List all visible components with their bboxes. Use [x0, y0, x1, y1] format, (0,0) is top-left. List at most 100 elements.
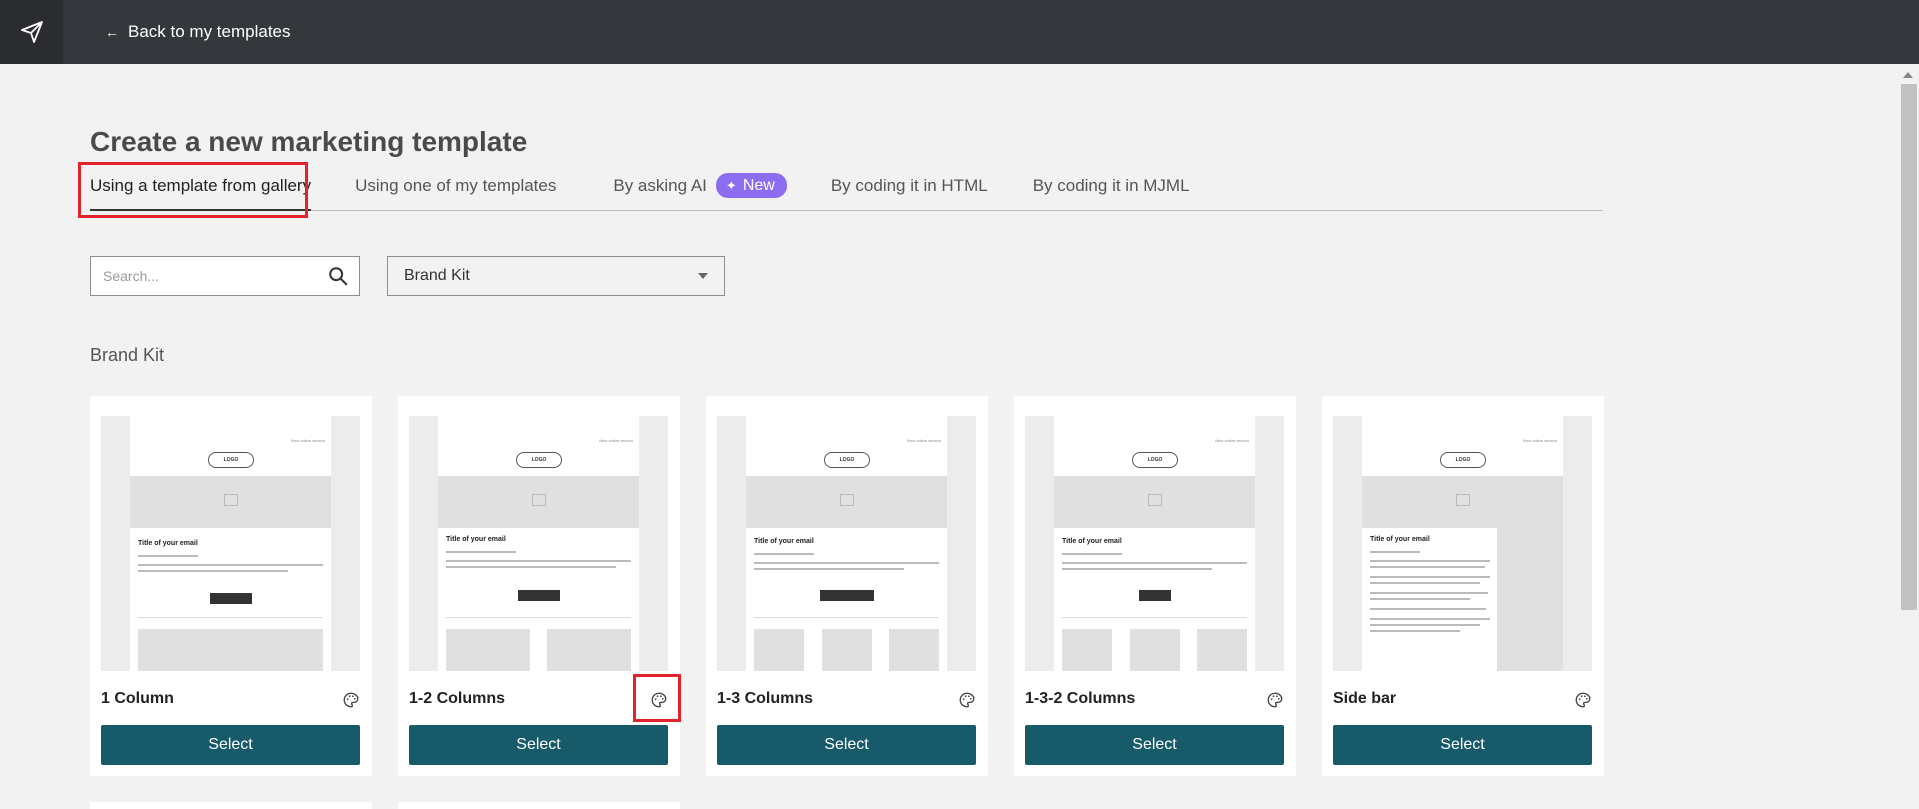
preview-text-line: [138, 570, 288, 572]
template-source-tabs: Using a template from gallery Using one …: [90, 170, 1603, 211]
preview-text-line: [1370, 576, 1490, 578]
new-badge-label: New: [742, 176, 775, 194]
template-preview[interactable]: View online version LOGO Title of your e…: [1333, 416, 1592, 671]
tab-ai[interactable]: By asking AI ✦ New: [613, 170, 787, 211]
template-name: 1-2 Columns: [409, 690, 506, 707]
app-logo[interactable]: [0, 0, 63, 64]
preview-logo: LOGO: [516, 452, 562, 468]
category-select-value: Brand Kit: [404, 267, 470, 284]
preview-online-version: View online version: [1522, 438, 1557, 443]
template-card-1-2-columns[interactable]: View online version LOGO Title of your e…: [398, 396, 680, 776]
tab-my-templates[interactable]: Using one of my templates: [355, 170, 556, 211]
select-button[interactable]: Select: [1333, 725, 1592, 765]
palette-icon[interactable]: [342, 691, 360, 709]
template-card-1-3-2-columns[interactable]: View online version LOGO Title of your e…: [1014, 396, 1296, 776]
preview-image: [1197, 629, 1247, 671]
template-card-side-bar[interactable]: View online version LOGO Title of your e…: [1322, 396, 1604, 776]
search-box: [90, 256, 360, 296]
preview-image: [1062, 629, 1112, 671]
preview-text-line: [754, 562, 939, 564]
template-preview[interactable]: View online version LOGO Title of your e…: [101, 416, 360, 671]
preview-online-version: View online version: [598, 438, 633, 443]
template-card-1-column[interactable]: View online version LOGO Title of your e…: [90, 396, 372, 776]
tab-mjml[interactable]: By coding it in MJML: [1033, 170, 1190, 211]
preview-image: [754, 629, 804, 671]
page-title: Create a new marketing template: [90, 126, 528, 157]
preview-image: [889, 629, 939, 671]
preview-email-title: Title of your email: [1370, 536, 1430, 543]
preview-text-line: [1370, 582, 1480, 584]
palette-icon[interactable]: [958, 691, 976, 709]
search-input[interactable]: [103, 268, 327, 284]
preview-text-line: [1370, 630, 1460, 632]
preview-email-title: Title of your email: [754, 538, 814, 545]
tab-gallery[interactable]: Using a template from gallery: [90, 170, 312, 211]
paper-plane-icon: [20, 21, 43, 43]
preview-image: [138, 629, 323, 671]
tab-html[interactable]: By coding it in HTML: [831, 170, 988, 211]
back-link-label: Back to my templates: [128, 22, 291, 41]
preview-email-title: Title of your email: [1062, 538, 1122, 545]
template-name: 1-3-2 Columns: [1025, 690, 1136, 707]
preview-text-line: [1370, 592, 1488, 594]
preview-logo: LOGO: [1132, 452, 1178, 468]
sparkle-icon: ✦: [725, 177, 737, 193]
template-card-peek[interactable]: [398, 802, 680, 809]
template-name: 1 Column: [101, 690, 174, 707]
preview-text-line: [138, 564, 323, 566]
preview-text-line: [1370, 608, 1486, 610]
preview-image: [547, 629, 631, 671]
template-name: Side bar: [1333, 690, 1397, 707]
palette-icon[interactable]: [1266, 691, 1284, 709]
preview-text-line: [1370, 551, 1420, 553]
scroll-up-arrow-icon[interactable]: [1903, 72, 1913, 78]
preview-logo: LOGO: [1440, 452, 1486, 468]
preview-text-line: [1062, 568, 1212, 570]
preview-hero-image: [130, 476, 331, 528]
template-card-1-3-columns[interactable]: View online version LOGO Title of your e…: [706, 396, 988, 776]
email-preview: View online version LOGO Title of your e…: [130, 416, 331, 671]
preview-hero-image: [1054, 476, 1255, 528]
preview-text-line: [1370, 618, 1490, 620]
preview-divider: [138, 617, 323, 618]
category-select[interactable]: Brand Kit: [387, 256, 725, 296]
scrollbar-thumb[interactable]: [1901, 84, 1917, 610]
search-icon[interactable]: [327, 265, 349, 287]
preview-online-version: View online version: [290, 438, 325, 443]
preview-image: [446, 629, 530, 671]
palette-icon[interactable]: [1574, 691, 1592, 709]
select-button[interactable]: Select: [1025, 725, 1284, 765]
preview-divider: [754, 617, 939, 618]
preview-online-version: View online version: [906, 438, 941, 443]
preview-text-line: [1370, 560, 1490, 562]
email-preview: View online version LOGO Title of your e…: [746, 416, 947, 671]
email-preview: View online version LOGO Title of your e…: [1054, 416, 1255, 671]
preview-text-line: [1370, 598, 1470, 600]
template-card-peek[interactable]: [90, 802, 372, 809]
preview-logo: LOGO: [208, 452, 254, 468]
new-badge: ✦ New: [715, 173, 787, 198]
preview-hero-image: [438, 476, 639, 528]
email-preview: View online version LOGO Title of your e…: [1362, 416, 1563, 671]
tab-html-label: By coding it in HTML: [830, 176, 988, 195]
select-button[interactable]: Select: [717, 725, 976, 765]
select-button[interactable]: Select: [409, 725, 668, 765]
preview-image: [822, 629, 872, 671]
template-preview[interactable]: View online version LOGO Title of your e…: [409, 416, 668, 671]
preview-text-line: [1370, 566, 1485, 568]
tab-gallery-label: Using a template from gallery: [90, 176, 312, 195]
tab-my-templates-label: Using one of my templates: [355, 176, 557, 195]
template-preview[interactable]: View online version LOGO Title of your e…: [717, 416, 976, 671]
preview-text-line: [138, 555, 198, 557]
select-button[interactable]: Select: [101, 725, 360, 765]
preview-hero-image: [746, 476, 947, 528]
preview-text-line: [446, 560, 631, 562]
preview-email-title: Title of your email: [138, 540, 198, 547]
tab-ai-label: By asking AI: [613, 176, 707, 195]
preview-text-line: [446, 566, 616, 568]
preview-logo: LOGO: [824, 452, 870, 468]
preview-button: [1139, 590, 1171, 601]
template-preview[interactable]: View online version LOGO Title of your e…: [1025, 416, 1284, 671]
back-to-templates-link[interactable]: ← Back to my templates: [105, 22, 291, 42]
palette-icon[interactable]: [650, 691, 668, 709]
